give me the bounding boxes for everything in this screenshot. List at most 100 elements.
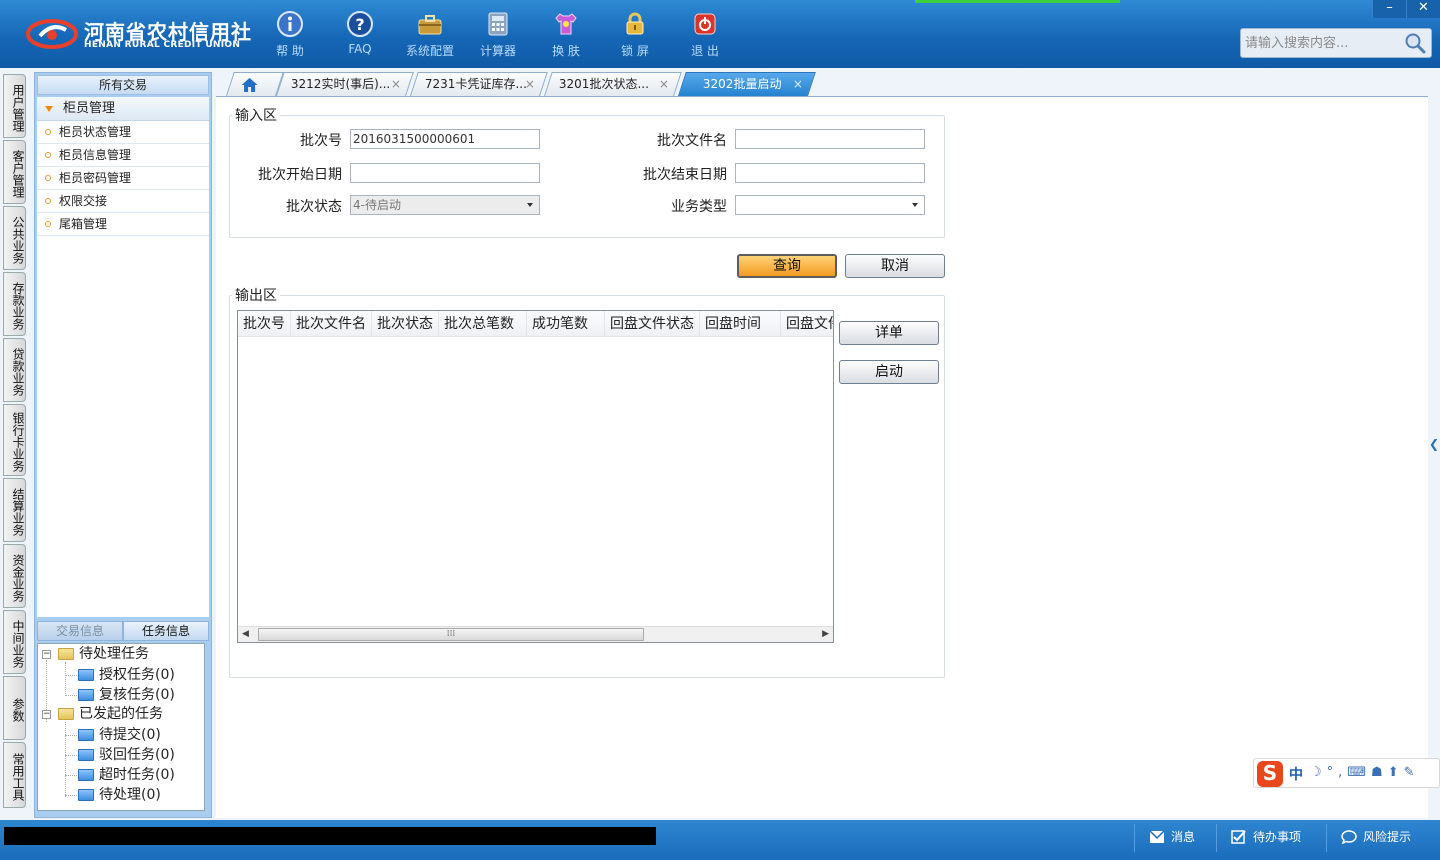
vnav-intermediary-business[interactable]: 中间业务 <box>3 610 26 674</box>
tree-timeout-tasks[interactable]: 超时任务(0) <box>78 765 175 785</box>
calculator-button[interactable]: 计算器 <box>463 8 533 64</box>
cancel-button[interactable]: 取消 <box>845 254 945 278</box>
sogou-logo-icon[interactable]: S <box>1257 761 1283 787</box>
detail-button[interactable]: 详单 <box>839 321 939 345</box>
tab-3202[interactable]: 3202批量启动 × <box>678 72 816 96</box>
vnav-public-business[interactable]: 公共业务 <box>3 206 26 270</box>
close-tab-icon[interactable]: × <box>793 73 803 95</box>
batch-status-select[interactable]: 4-待启动 <box>350 195 540 215</box>
query-button[interactable]: 查询 <box>737 254 837 278</box>
tree-node-label: 复核任务(0) <box>99 687 175 703</box>
tree-rejected-tasks[interactable]: 驳回任务(0) <box>78 745 175 765</box>
tab-3212[interactable]: 3212实时(事后)... × <box>276 72 414 96</box>
close-tab-icon[interactable]: × <box>525 73 535 95</box>
vnav-common-tools[interactable]: 常用工具 <box>3 742 26 808</box>
messages-button[interactable]: 消息 <box>1134 824 1214 852</box>
lock-icon <box>626 12 644 35</box>
logout-button[interactable]: 退 出 <box>670 8 740 64</box>
all-transactions-header[interactable]: 所有交易 <box>37 75 209 95</box>
col-return-time[interactable]: 回盘时间 <box>700 311 781 337</box>
tree-line <box>65 775 77 776</box>
end-date-input[interactable] <box>735 163 925 183</box>
minimize-button[interactable]: – <box>1372 0 1406 18</box>
folder-icon <box>78 789 94 801</box>
tree-initiated-tasks[interactable]: 已发起的任务 <box>58 704 163 724</box>
menu-teller-info[interactable]: 柜员信息管理 <box>37 144 209 167</box>
scroll-right-icon[interactable]: ▶ <box>822 629 829 639</box>
lock-screen-button[interactable]: 锁 屏 <box>600 8 670 64</box>
ime-tool-icons[interactable]: ☽°,⌨☗⬆✎ <box>1310 765 1420 780</box>
vnav-loan-business[interactable]: 贷款业务 <box>3 338 26 402</box>
bullet-icon <box>45 152 51 158</box>
start-button[interactable]: 启动 <box>839 360 939 384</box>
vnav-bank-card-business[interactable]: 银行卡业务 <box>3 404 26 476</box>
close-window-button[interactable]: ✕ <box>1406 0 1440 18</box>
logo-en-text: HENAN RURAL CREDIT UNION <box>84 40 241 50</box>
tree-node-label: 待提交(0) <box>99 727 161 743</box>
change-skin-label: 换 肤 <box>552 44 580 58</box>
col-success-count[interactable]: 成功笔数 <box>527 311 605 337</box>
vnav-customer-management[interactable]: 客户管理 <box>3 140 26 204</box>
calculator-label: 计算器 <box>479 44 516 58</box>
chevron-down-icon <box>527 203 533 207</box>
risk-alert-button[interactable]: 风险提示 <box>1326 824 1436 852</box>
teller-management-group[interactable]: 柜员管理 <box>37 97 209 121</box>
col-batch-no[interactable]: 批次号 <box>238 311 291 337</box>
batch-file-input[interactable] <box>735 129 925 149</box>
tree-review-tasks[interactable]: 复核任务(0) <box>78 685 175 705</box>
horizontal-scrollbar[interactable]: ◀ ⁞⁞⁞ ▶ <box>238 626 833 642</box>
todo-button[interactable]: 待办事项 <box>1216 824 1324 852</box>
menu-teller-status[interactable]: 柜员状态管理 <box>37 121 209 144</box>
tree-pending-tasks[interactable]: 待处理任务 <box>58 644 149 664</box>
close-tab-icon[interactable]: × <box>391 73 401 95</box>
tab-transaction-info[interactable]: 交易信息 <box>37 621 123 641</box>
change-skin-button[interactable]: 换 肤 <box>531 8 601 64</box>
tree-to-process[interactable]: 待处理(0) <box>78 785 161 805</box>
ime-mode-indicator[interactable]: 中 <box>1289 764 1303 784</box>
tree-node-label: 超时任务(0) <box>99 767 175 783</box>
col-batch-file[interactable]: 批次文件名 <box>291 311 372 337</box>
vnav-settlement-business[interactable]: 结算业务 <box>3 478 26 542</box>
collapse-right-icon[interactable]: ❮ <box>1428 426 1440 462</box>
vnav-parameters[interactable]: 参数 <box>3 676 26 740</box>
menu-permission-handover[interactable]: 权限交接 <box>37 190 209 213</box>
batch-status-value: 4-待启动 <box>353 198 401 212</box>
tab-3201[interactable]: 3201批次状态... × <box>544 72 682 96</box>
faq-label: FAQ <box>348 42 372 56</box>
search-icon[interactable] <box>1403 32 1427 54</box>
col-return-file-status[interactable]: 回盘文件状态 <box>605 311 700 337</box>
tree-to-submit[interactable]: 待提交(0) <box>78 725 161 745</box>
status-bar: 消息 待办事项 风险提示 <box>0 820 1440 860</box>
search-box <box>1240 28 1432 58</box>
status-message-area <box>4 827 656 845</box>
menu-teller-password[interactable]: 柜员密码管理 <box>37 167 209 190</box>
tab-task-info[interactable]: 任务信息 <box>123 621 209 641</box>
help-button[interactable]: 帮 助 <box>255 8 325 64</box>
start-date-input[interactable] <box>350 163 540 183</box>
search-input[interactable] <box>1245 34 1405 52</box>
tree-authorize-tasks[interactable]: 授权任务(0) <box>78 665 175 685</box>
faq-button[interactable]: ? FAQ <box>325 8 395 64</box>
vnav-deposit-business[interactable]: 存款业务 <box>3 272 26 336</box>
scroll-left-icon[interactable]: ◀ <box>242 629 249 639</box>
scroll-thumb[interactable]: ⁞⁞⁞ <box>258 628 644 641</box>
collapse-toggle[interactable]: − <box>42 650 51 659</box>
tab-7231[interactable]: 7231卡凭证库存... × <box>410 72 548 96</box>
task-tree: − 待处理任务 授权任务(0) 复核任务(0) − 已发起的任务 待提交(0) … <box>37 643 205 811</box>
vnav-user-management[interactable]: 用户管理 <box>3 74 26 138</box>
vnav-fund-business[interactable]: 资金业务 <box>3 544 26 608</box>
batch-no-input[interactable] <box>350 129 540 149</box>
col-batch-status[interactable]: 批次状态 <box>372 311 439 337</box>
envelope-icon <box>1149 830 1165 843</box>
close-tab-icon[interactable]: × <box>659 73 669 95</box>
col-total-count[interactable]: 批次总笔数 <box>439 311 527 337</box>
menu-item-label: 尾箱管理 <box>59 217 108 231</box>
expand-triangle-icon <box>45 106 53 112</box>
batch-no-label: 批次号 <box>300 133 342 149</box>
biz-type-select[interactable] <box>735 195 925 215</box>
system-config-button[interactable]: 系统配置 <box>395 8 465 64</box>
collapse-toggle[interactable]: − <box>42 710 51 719</box>
tab-home[interactable] <box>226 72 284 96</box>
col-return-file[interactable]: 回盘文件 <box>781 311 833 337</box>
menu-tail-box[interactable]: 尾箱管理 <box>37 213 209 236</box>
